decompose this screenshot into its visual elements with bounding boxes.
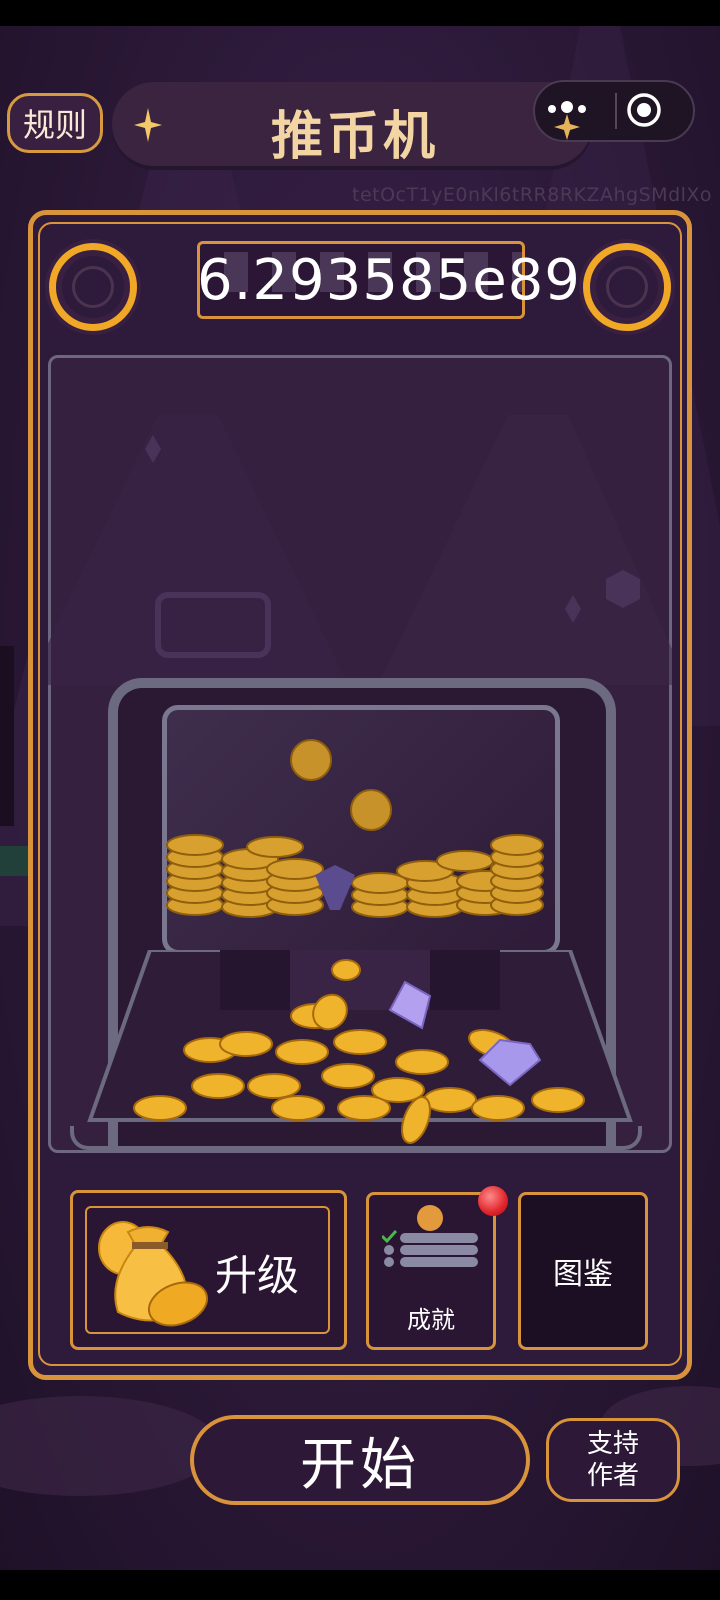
checklist-icon [382, 1205, 478, 1267]
sparkle-icon [134, 108, 162, 142]
floor-coins [133, 959, 585, 1144]
page-title: 推币机 [270, 107, 439, 167]
playfield-decoration [48, 415, 672, 685]
rules-button[interactable]: 规则 [7, 93, 103, 153]
start-button[interactable]: 开始 [190, 1415, 530, 1505]
support-label-line1: 支持 [586, 1429, 639, 1459]
right-ring-ornament [583, 243, 671, 331]
upgrade-label: 升级 [215, 1251, 300, 1300]
navigation-bar [0, 1570, 720, 1600]
support-author-button[interactable]: 支持 作者 [546, 1418, 680, 1502]
support-label-line2: 作者 [586, 1461, 639, 1491]
left-ring-ornament [49, 243, 137, 331]
capsule-divider [615, 93, 617, 129]
close-target-icon[interactable] [626, 92, 662, 128]
start-label: 开始 [300, 1432, 420, 1498]
gallery-label: 图鉴 [553, 1257, 613, 1292]
achievements-label: 成就 [407, 1306, 455, 1334]
status-bar [0, 0, 720, 26]
more-dots-icon[interactable] [545, 96, 589, 140]
score-value: 6.293585e89 [197, 248, 581, 313]
gallery-button[interactable]: 图鉴 [518, 1192, 648, 1350]
user-id-text: tetOcT1yE0nKl6tRR8RKZAhgSMdlXojo [352, 184, 712, 206]
notification-dot [478, 1186, 508, 1216]
coin-bag-icon [98, 1221, 209, 1327]
coin-stacks [166, 739, 544, 918]
